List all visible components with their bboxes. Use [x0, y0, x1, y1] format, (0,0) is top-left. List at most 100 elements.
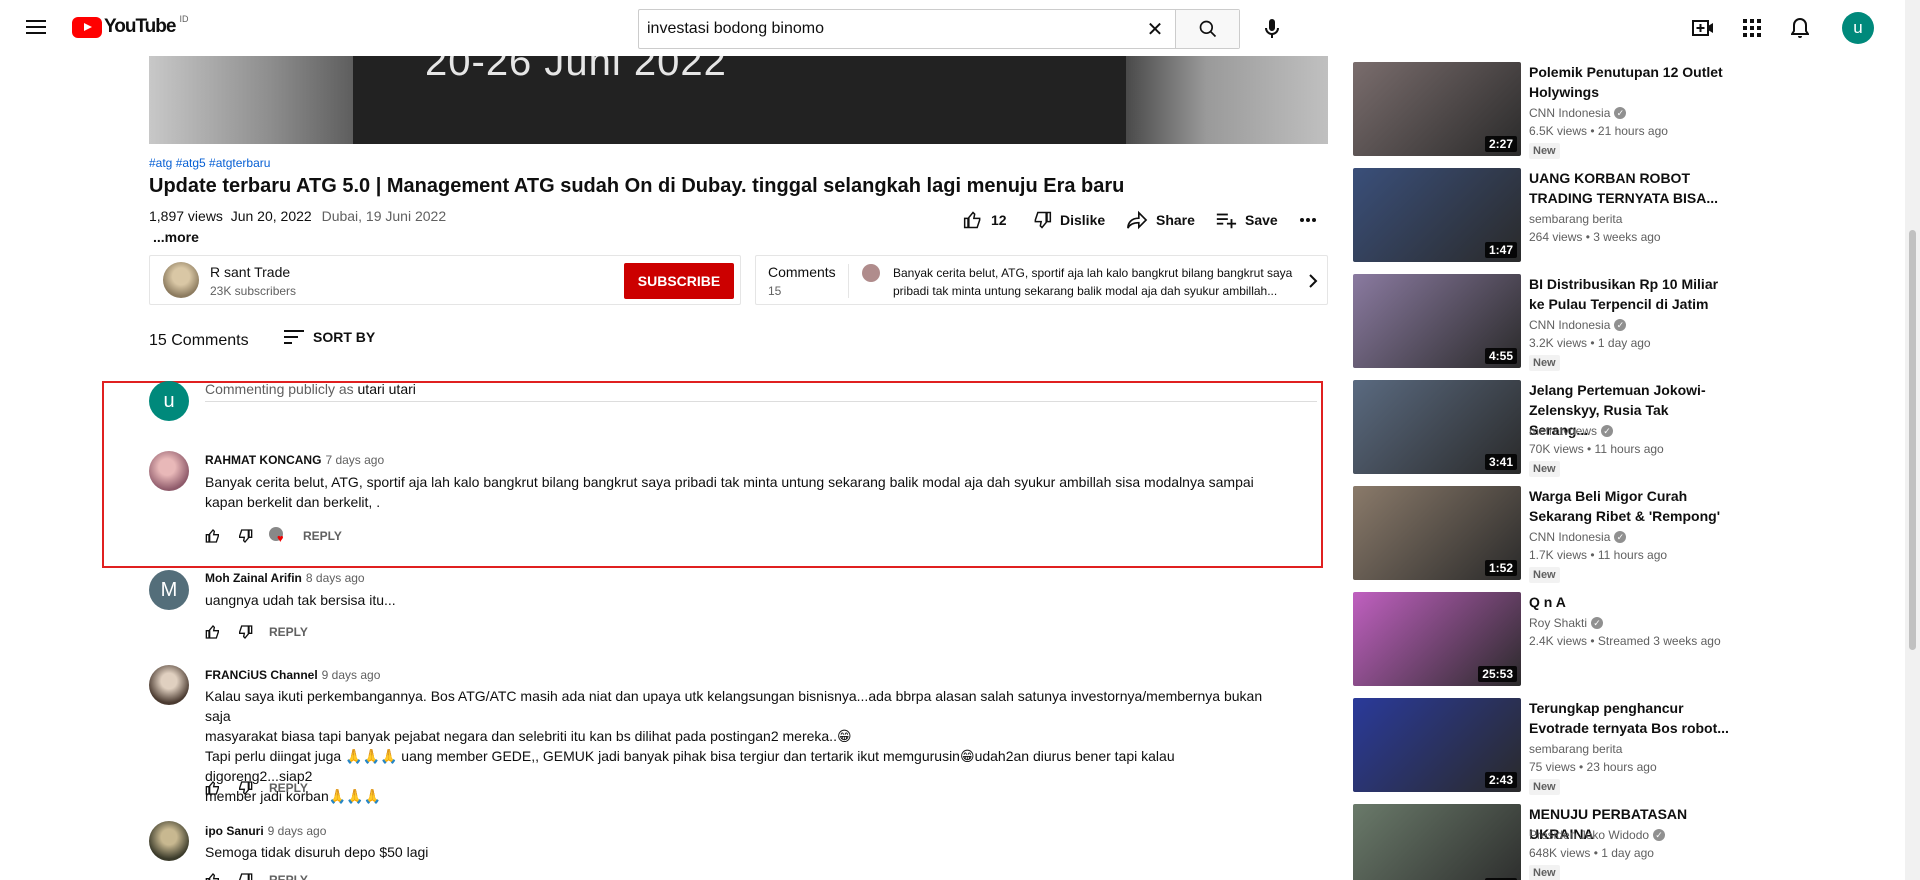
- video-thumbnail[interactable]: 1:47: [1353, 168, 1521, 262]
- creator-heart: ♥: [269, 527, 287, 545]
- channel-name[interactable]: sembarang berita: [1529, 212, 1622, 226]
- channel-name[interactable]: sembarang berita: [1529, 742, 1622, 756]
- comment-avatar[interactable]: [149, 665, 189, 705]
- comment-author-name[interactable]: ipo Sanuri: [205, 824, 264, 838]
- comment-time[interactable]: 8 days ago: [306, 571, 365, 585]
- related-video-item[interactable]: 3:41 Jelang Pertemuan Jokowi-Zelenskyy, R…: [1353, 380, 1833, 477]
- video-title: Update terbaru ATG 5.0 | Management ATG …: [149, 175, 1125, 197]
- add-comment-input[interactable]: Commenting publicly as utari utari: [205, 381, 416, 397]
- page-scrollbar[interactable]: [1905, 0, 1920, 880]
- thumbs-up-icon: [963, 211, 981, 229]
- comment-author[interactable]: ipo Sanuri 9 days ago: [205, 824, 326, 838]
- search-button[interactable]: [1175, 10, 1239, 48]
- reply-button[interactable]: REPLY: [269, 625, 308, 639]
- video-hashtags[interactable]: #atg #atg5 #atgterbaru: [149, 156, 270, 170]
- channel-name[interactable]: CNN Indonesia: [1529, 106, 1610, 120]
- more-actions-button[interactable]: [1299, 208, 1325, 232]
- comment-author-name[interactable]: FRANCiUS Channel: [205, 668, 318, 682]
- related-video-title[interactable]: UANG KORBAN ROBOT TRADING TERNYATA BISA.…: [1529, 168, 1729, 208]
- dislike-comment-button[interactable]: [237, 872, 253, 880]
- sort-by-button[interactable]: SORT BY: [283, 329, 375, 345]
- channel-name[interactable]: Presiden Joko Widodo: [1529, 828, 1649, 842]
- comment-author-name[interactable]: Moh Zainal Arifin: [205, 571, 302, 585]
- like-button[interactable]: 12: [963, 208, 1007, 232]
- reply-button[interactable]: REPLY: [269, 873, 308, 880]
- related-video-channel[interactable]: Roy Shakti ✓: [1529, 616, 1604, 630]
- related-video-title[interactable]: Terungkap penghancur Evotrade ternyata B…: [1529, 698, 1729, 738]
- video-thumbnail[interactable]: 1:52: [1353, 486, 1521, 580]
- create-video-button[interactable]: [1691, 16, 1715, 40]
- dislike-comment-button[interactable]: [237, 780, 253, 796]
- comment-author-name[interactable]: RAHMAT KONCANG: [205, 453, 321, 467]
- comment-time[interactable]: 7 days ago: [325, 453, 384, 467]
- video-thumbnail[interactable]: 4:55: [1353, 274, 1521, 368]
- comments-teaser-count: 15: [768, 284, 782, 298]
- dislike-button[interactable]: Dislike: [1032, 208, 1105, 232]
- comment-avatar[interactable]: [149, 821, 189, 861]
- related-video-item[interactable]: 4:55 BI Distribusikan Rp 10 Miliar ke Pul…: [1353, 274, 1833, 371]
- sort-icon: [284, 330, 304, 344]
- related-video-channel[interactable]: metrotvnews ✓: [1529, 424, 1614, 438]
- menu-icon[interactable]: [24, 16, 48, 40]
- related-video-item[interactable]: 2:27 Polemik Penutupan 12 Outlet Holywing…: [1353, 62, 1833, 159]
- scrollbar-thumb[interactable]: [1909, 230, 1916, 650]
- like-comment-button[interactable]: [205, 872, 221, 880]
- channel-name[interactable]: Roy Shakti: [1529, 616, 1587, 630]
- related-video-channel[interactable]: sembarang berita: [1529, 742, 1622, 756]
- search-icon: [1199, 20, 1216, 38]
- reply-button[interactable]: REPLY: [269, 781, 308, 795]
- clear-search-icon[interactable]: ✕: [1135, 10, 1175, 48]
- related-video-title[interactable]: Polemik Penutupan 12 Outlet Holywings: [1529, 62, 1729, 102]
- video-thumbnail[interactable]: 2:43: [1353, 698, 1521, 792]
- channel-avatar[interactable]: [163, 262, 199, 298]
- related-video-item[interactable]: 2:43 Terungkap penghancur Evotrade ternya…: [1353, 698, 1833, 795]
- video-duration: 25:53: [1478, 666, 1517, 682]
- video-duration: 2:43: [1484, 772, 1517, 788]
- like-comment-button[interactable]: [205, 624, 221, 640]
- share-button[interactable]: Share: [1126, 208, 1195, 232]
- save-button[interactable]: Save: [1215, 208, 1278, 232]
- related-video-title[interactable]: Q n A: [1529, 592, 1729, 612]
- related-video-item[interactable]: 1:52 Warga Beli Migor Curah Sekarang Ribe…: [1353, 486, 1833, 583]
- reply-button[interactable]: REPLY: [303, 529, 342, 543]
- related-video-channel[interactable]: CNN Indonesia ✓: [1529, 106, 1627, 120]
- related-video-channel[interactable]: sembarang berita: [1529, 212, 1622, 226]
- like-comment-button[interactable]: [205, 528, 221, 544]
- related-video-item[interactable]: 1:47 UANG KORBAN ROBOT TRADING TERNYATA B…: [1353, 168, 1833, 262]
- verified-icon: ✓: [1614, 531, 1627, 543]
- dislike-comment-button[interactable]: [237, 624, 253, 640]
- related-video-title[interactable]: BI Distribusikan Rp 10 Miliar ke Pulau T…: [1529, 274, 1729, 314]
- comment-time[interactable]: 9 days ago: [268, 824, 327, 838]
- comment-avatar[interactable]: M: [149, 570, 189, 610]
- related-video-channel[interactable]: Presiden Joko Widodo ✓: [1529, 828, 1666, 842]
- related-video-item[interactable]: 25:53 Q n A Roy Shakti ✓ 2.4K views • Stream…: [1353, 592, 1833, 686]
- like-comment-button[interactable]: [205, 780, 221, 796]
- video-thumbnail[interactable]: 25:53: [1353, 592, 1521, 686]
- channel-name[interactable]: CNN Indonesia: [1529, 530, 1610, 544]
- account-avatar[interactable]: u: [1842, 12, 1874, 44]
- search-input[interactable]: [639, 10, 1135, 48]
- voice-search-button[interactable]: [1256, 13, 1288, 45]
- channel-name[interactable]: R sant Trade: [210, 264, 290, 280]
- channel-name[interactable]: metrotvnews: [1529, 424, 1597, 438]
- related-video-item[interactable]: 2:00MENUJU PERBATASAN UKRAINAPresiden Jo…: [1353, 804, 1833, 880]
- video-thumbnail[interactable]: 2:27: [1353, 62, 1521, 156]
- apps-button[interactable]: [1740, 16, 1764, 40]
- dislike-comment-button[interactable]: [237, 528, 253, 544]
- comment-author[interactable]: Moh Zainal Arifin 8 days ago: [205, 571, 365, 585]
- comments-teaser[interactable]: Comments 15 Banyak cerita belut, ATG, sp…: [755, 255, 1328, 305]
- notifications-button[interactable]: [1788, 16, 1812, 40]
- channel-name[interactable]: CNN Indonesia: [1529, 318, 1610, 332]
- youtube-logo[interactable]: YouTube ID: [72, 14, 188, 38]
- related-video-channel[interactable]: CNN Indonesia ✓: [1529, 530, 1627, 544]
- related-video-channel[interactable]: CNN Indonesia ✓: [1529, 318, 1627, 332]
- comment-time[interactable]: 9 days ago: [322, 668, 381, 682]
- related-video-title[interactable]: Warga Beli Migor Curah Sekarang Ribet & …: [1529, 486, 1729, 526]
- comment-author[interactable]: FRANCiUS Channel 9 days ago: [205, 668, 380, 682]
- subscribe-button[interactable]: SUBSCRIBE: [624, 263, 734, 299]
- video-thumbnail[interactable]: 2:00: [1353, 804, 1521, 880]
- video-thumbnail[interactable]: 3:41: [1353, 380, 1521, 474]
- comment-author[interactable]: RAHMAT KONCANG 7 days ago: [205, 453, 384, 467]
- show-more-link[interactable]: ...more: [153, 229, 199, 245]
- comment-avatar[interactable]: [149, 451, 189, 491]
